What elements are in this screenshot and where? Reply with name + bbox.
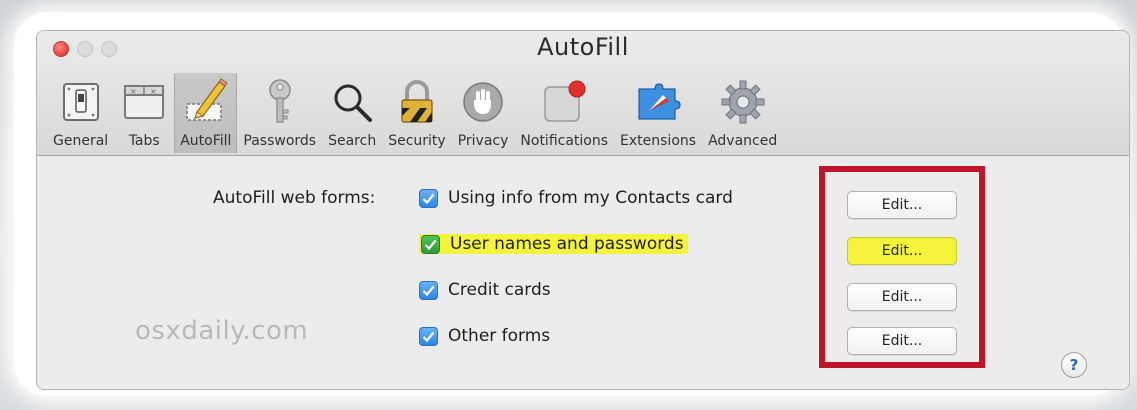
tab-passwords[interactable]: Passwords xyxy=(237,73,322,153)
tab-advanced-label: Advanced xyxy=(708,133,778,149)
tab-extensions[interactable]: Extensions xyxy=(614,73,702,153)
option-other-forms[interactable]: Other forms xyxy=(419,326,550,346)
checkmark-icon xyxy=(422,193,435,204)
tab-passwords-label: Passwords xyxy=(243,133,317,149)
padlock-icon xyxy=(393,77,441,127)
tab-privacy[interactable]: Privacy xyxy=(452,73,515,153)
tab-tabs[interactable]: × × Tabs xyxy=(114,73,174,153)
contacts-card-checkbox[interactable] xyxy=(419,188,438,208)
highlight-marker: User names and passwords xyxy=(419,234,688,254)
titlebar: AutoFill General × × Tabs AutoFill Passw… xyxy=(37,31,1129,156)
other-forms-checkbox[interactable] xyxy=(419,326,438,346)
contacts-card-label: Using info from my Contacts card xyxy=(448,188,733,208)
checkmark-icon xyxy=(422,331,435,342)
credit-cards-checkbox[interactable] xyxy=(419,280,438,300)
hand-icon xyxy=(459,77,507,127)
option-user-names-passwords[interactable]: User names and passwords xyxy=(419,234,688,254)
compass-icon xyxy=(634,77,682,127)
user-names-passwords-label: User names and passwords xyxy=(450,234,684,254)
tab-security-label: Security xyxy=(388,133,446,149)
tab-autofill-label: AutoFill xyxy=(180,133,232,149)
svg-text:×: × xyxy=(150,87,157,96)
svg-text:×: × xyxy=(130,87,137,96)
notification-badge-icon xyxy=(540,77,588,127)
option-credit-cards[interactable]: Credit cards xyxy=(419,280,551,300)
tab-extensions-label: Extensions xyxy=(620,133,697,149)
annotation-red-box xyxy=(819,166,985,368)
tab-notifications-label: Notifications xyxy=(520,133,609,149)
tab-advanced[interactable]: Advanced xyxy=(702,73,783,153)
tab-general[interactable]: General xyxy=(47,73,114,153)
watermark: osxdaily.com xyxy=(135,316,309,346)
gear-icon xyxy=(719,77,767,127)
tab-privacy-label: Privacy xyxy=(457,133,509,149)
tab-autofill[interactable]: AutoFill xyxy=(174,73,238,153)
tab-search-label: Search xyxy=(328,133,377,149)
general-switch-icon xyxy=(57,77,105,127)
tab-tabs-label: Tabs xyxy=(128,133,160,149)
tabs-icon: × × xyxy=(120,77,168,127)
preferences-toolbar: General × × Tabs AutoFill Passwords Sear… xyxy=(47,71,783,153)
credit-cards-label: Credit cards xyxy=(448,280,551,300)
autofill-web-forms-label: AutoFill web forms: xyxy=(213,188,376,208)
tab-general-label: General xyxy=(53,133,109,149)
checkmark-icon xyxy=(424,239,437,250)
help-button[interactable]: ? xyxy=(1061,352,1087,378)
tab-notifications[interactable]: Notifications xyxy=(514,73,614,153)
key-icon xyxy=(256,77,304,127)
option-contacts-card[interactable]: Using info from my Contacts card xyxy=(419,188,733,208)
preferences-window: AutoFill General × × Tabs AutoFill Passw… xyxy=(36,30,1130,390)
pencil-form-icon xyxy=(182,77,230,127)
checkmark-icon xyxy=(422,285,435,296)
autofill-pane: AutoFill web forms: Using info from my C… xyxy=(37,156,1129,389)
window-title: AutoFill xyxy=(537,33,629,61)
magnifier-icon xyxy=(328,77,376,127)
user-names-passwords-checkbox[interactable] xyxy=(421,234,440,254)
other-forms-label: Other forms xyxy=(448,326,551,346)
tab-security[interactable]: Security xyxy=(382,73,452,153)
tab-search[interactable]: Search xyxy=(322,73,382,153)
